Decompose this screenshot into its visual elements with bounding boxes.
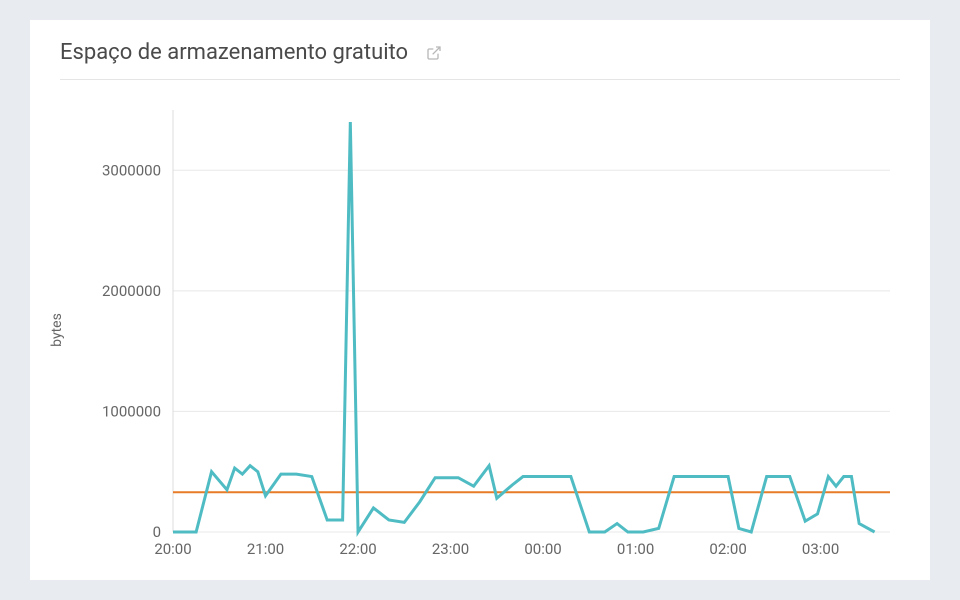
x-tick-label: 03:00 bbox=[802, 540, 839, 558]
y-tick-label: 3000000 bbox=[102, 161, 161, 179]
y-tick-label: 0 bbox=[153, 523, 161, 541]
chart-plot-area: bytes 010000002000000300000020:0021:0022… bbox=[95, 100, 900, 560]
x-tick-label: 23:00 bbox=[432, 540, 469, 558]
chart-title: Espaço de armazenamento gratuito bbox=[60, 40, 408, 65]
card-header: Espaço de armazenamento gratuito bbox=[60, 40, 900, 80]
y-tick-label: 2000000 bbox=[102, 282, 161, 300]
x-tick-label: 02:00 bbox=[709, 540, 746, 558]
y-tick-label: 1000000 bbox=[102, 402, 161, 420]
x-tick-label: 00:00 bbox=[524, 540, 561, 558]
chart-svg: 0 1000000 2000000 3000000 20:00 21:00 22:00 23:… bbox=[95, 100, 900, 560]
chart-card: Espaço de armazenamento gratuito bytes 0… bbox=[30, 20, 930, 580]
x-tick-label: 21:00 bbox=[247, 540, 284, 558]
x-tick-label: 01:00 bbox=[617, 540, 654, 558]
x-tick-label: 20:00 bbox=[154, 540, 191, 558]
data-series-line bbox=[173, 122, 875, 532]
external-link-icon[interactable] bbox=[426, 45, 442, 61]
y-axis-label: bytes bbox=[49, 313, 65, 347]
x-tick-label: 22:00 bbox=[339, 540, 376, 558]
